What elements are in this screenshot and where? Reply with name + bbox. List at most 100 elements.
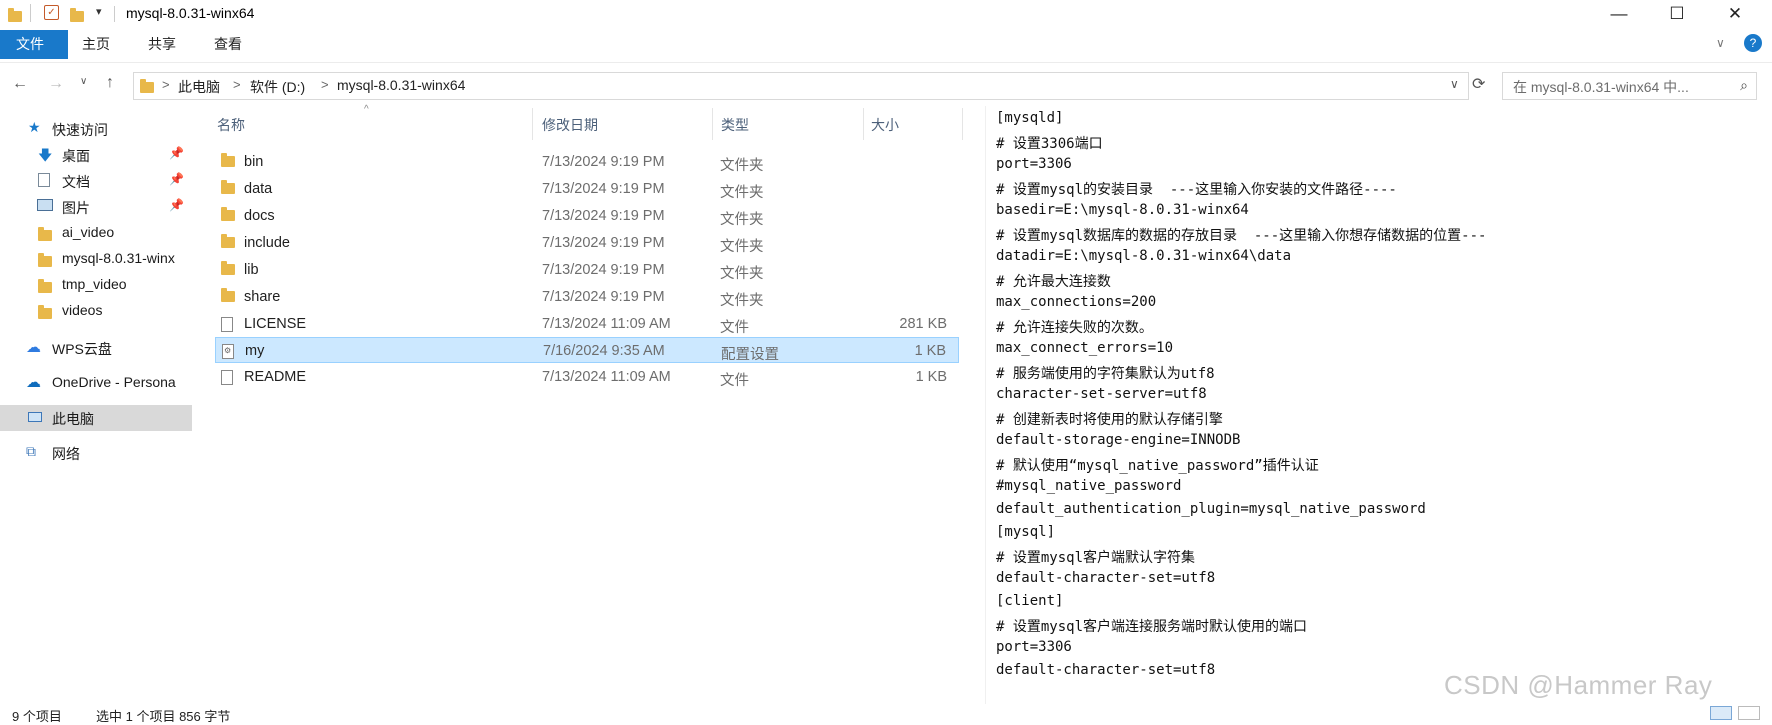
- pin-icon[interactable]: 📌: [169, 146, 184, 160]
- cloud-icon: ☁: [26, 339, 41, 356]
- file-size: 1 KB: [914, 343, 946, 359]
- file-size: 281 KB: [899, 316, 947, 332]
- column-divider[interactable]: [962, 108, 963, 140]
- title-bar: ✓ ▾ mysql-8.0.31-winx64 — ☐ ✕: [0, 0, 1772, 30]
- file-name: bin: [244, 154, 264, 170]
- nav-item-videos[interactable]: videos: [0, 298, 192, 324]
- address-dropdown-icon[interactable]: ∨: [1450, 77, 1459, 91]
- details-view-icon[interactable]: [1710, 706, 1732, 720]
- nav-label: 图片: [62, 200, 90, 216]
- preview-line: # 创建新表时将使用的默认存储引擎: [996, 412, 1223, 428]
- preview-line: # 设置mysql客户端连接服务端时默认使用的端口: [996, 619, 1307, 635]
- breadcrumb-drive-d[interactable]: 软件 (D:): [250, 77, 305, 97]
- folder-icon: [221, 288, 235, 306]
- nav-item-network[interactable]: ⧉ 网络: [0, 440, 192, 466]
- nav-label: videos: [62, 302, 103, 318]
- maximize-button[interactable]: ☐: [1648, 0, 1706, 30]
- nav-item-documents[interactable]: 文档 📌: [0, 168, 192, 194]
- tab-view[interactable]: 查看: [198, 30, 258, 59]
- minimize-button[interactable]: —: [1590, 0, 1648, 30]
- file-date: 7/13/2024 9:19 PM: [542, 181, 665, 197]
- nav-item-mysql[interactable]: mysql-8.0.31-winx: [0, 246, 192, 272]
- preview-line: max_connections=200: [996, 294, 1157, 310]
- file-name: lib: [244, 262, 259, 278]
- nav-label: 此电脑: [52, 411, 94, 427]
- pin-icon[interactable]: 📌: [169, 198, 184, 212]
- column-header-type[interactable]: 类型: [721, 115, 749, 145]
- new-folder-icon[interactable]: [70, 5, 86, 22]
- preview-line: default-character-set=utf8: [996, 570, 1216, 586]
- file-date: 7/13/2024 9:19 PM: [542, 289, 665, 305]
- file-icon: [221, 317, 233, 336]
- preview-pane[interactable]: [mysqld] # 设置3306端口 port=3306 # 设置mysql的…: [985, 106, 1772, 704]
- nav-item-wps-cloud[interactable]: ☁ WPS云盘: [0, 335, 192, 361]
- file-type: 文件夹: [720, 212, 764, 228]
- file-type: 文件夹: [720, 158, 764, 174]
- preview-line: #mysql_native_password: [996, 478, 1182, 494]
- nav-item-quick-access[interactable]: ★ 快速访问: [0, 116, 192, 142]
- customize-toolbar-icon[interactable]: ▾: [96, 5, 102, 18]
- tab-share[interactable]: 共享: [132, 30, 192, 59]
- file-row[interactable]: data 7/13/2024 9:19 PM 文件夹: [215, 176, 959, 202]
- nav-label: tmp_video: [62, 276, 127, 292]
- file-row[interactable]: include 7/13/2024 9:19 PM 文件夹: [215, 230, 959, 256]
- folder-icon: [221, 234, 235, 252]
- tab-file[interactable]: 文件: [0, 30, 68, 59]
- preview-line: max_connect_errors=10: [996, 340, 1174, 356]
- chevron-down-icon[interactable]: ∨: [1716, 36, 1725, 50]
- preview-line: character-set-server=utf8: [996, 386, 1207, 402]
- config-file-icon: [222, 344, 234, 363]
- refresh-icon[interactable]: ⟳: [1472, 74, 1485, 94]
- file-row[interactable]: docs 7/13/2024 9:19 PM 文件夹: [215, 203, 959, 229]
- search-icon[interactable]: ⌕: [1740, 77, 1748, 94]
- column-divider[interactable]: [712, 108, 713, 140]
- column-divider[interactable]: [863, 108, 864, 140]
- close-button[interactable]: ✕: [1706, 0, 1764, 30]
- breadcrumb-this-pc[interactable]: 此电脑: [178, 77, 220, 97]
- large-icons-view-icon[interactable]: [1738, 706, 1760, 720]
- nav-item-this-pc[interactable]: 此电脑: [0, 405, 192, 431]
- tab-home[interactable]: 主页: [66, 30, 126, 59]
- up-arrow-icon[interactable]: ↑: [106, 74, 114, 92]
- column-header-date[interactable]: 修改日期: [542, 115, 598, 145]
- preview-line: default_authentication_plugin=mysql_nati…: [996, 501, 1426, 517]
- file-row[interactable]: lib 7/13/2024 9:19 PM 文件夹: [215, 257, 959, 283]
- file-row[interactable]: share 7/13/2024 9:19 PM 文件夹: [215, 284, 959, 310]
- file-date: 7/13/2024 9:19 PM: [542, 208, 665, 224]
- nav-item-tmp-video[interactable]: tmp_video: [0, 272, 192, 298]
- column-divider[interactable]: [532, 108, 533, 140]
- folder-icon: [8, 5, 24, 22]
- column-header-size[interactable]: 大小: [871, 115, 899, 145]
- nav-item-desktop[interactable]: 🡇 桌面 📌: [0, 142, 192, 168]
- address-bar[interactable]: > 此电脑 > 软件 (D:) > mysql-8.0.31-winx64 ∨: [133, 72, 1469, 100]
- preview-line: # 允许最大连接数: [996, 274, 1111, 290]
- nav-item-pictures[interactable]: 图片 📌: [0, 194, 192, 220]
- nav-label: 快速访问: [52, 122, 108, 138]
- folder-icon: [140, 79, 154, 98]
- recent-locations-icon[interactable]: ∨: [80, 76, 87, 87]
- ribbon-tabs: 文件 主页 共享 查看 ∨ ?: [0, 30, 1772, 63]
- help-icon[interactable]: ?: [1744, 34, 1762, 52]
- file-row[interactable]: LICENSE 7/13/2024 11:09 AM 文件 281 KB: [215, 311, 959, 337]
- search-box[interactable]: 在 mysql-8.0.31-winx64 中... ⌕: [1502, 72, 1757, 100]
- status-bar: 9 个项目 选中 1 个项目 856 字节: [0, 704, 1772, 724]
- properties-icon[interactable]: ✓: [44, 5, 59, 20]
- forward-arrow-icon[interactable]: →: [48, 75, 64, 93]
- star-icon: ★: [28, 119, 41, 135]
- column-header-name[interactable]: 名称: [217, 115, 245, 145]
- nav-item-ai-video[interactable]: ai_video: [0, 220, 192, 246]
- nav-label: WPS云盘: [52, 341, 112, 357]
- status-selection: 选中 1 个项目 856 字节: [96, 709, 231, 724]
- file-row-selected[interactable]: my 7/16/2024 9:35 AM 配置设置 1 KB: [215, 337, 959, 363]
- nav-label: 桌面: [62, 148, 90, 164]
- nav-item-onedrive[interactable]: ☁ OneDrive - Persona: [0, 370, 192, 396]
- folder-icon: [38, 305, 54, 322]
- folder-icon: [38, 279, 54, 296]
- pin-icon[interactable]: 📌: [169, 172, 184, 186]
- file-row[interactable]: README 7/13/2024 11:09 AM 文件 1 KB: [215, 364, 959, 390]
- folder-icon: [38, 253, 54, 270]
- breadcrumb-mysql-folder[interactable]: mysql-8.0.31-winx64: [337, 77, 465, 93]
- file-row[interactable]: bin 7/13/2024 9:19 PM 文件夹: [215, 149, 959, 175]
- back-arrow-icon[interactable]: ←: [12, 75, 28, 93]
- file-type: 文件夹: [720, 239, 764, 255]
